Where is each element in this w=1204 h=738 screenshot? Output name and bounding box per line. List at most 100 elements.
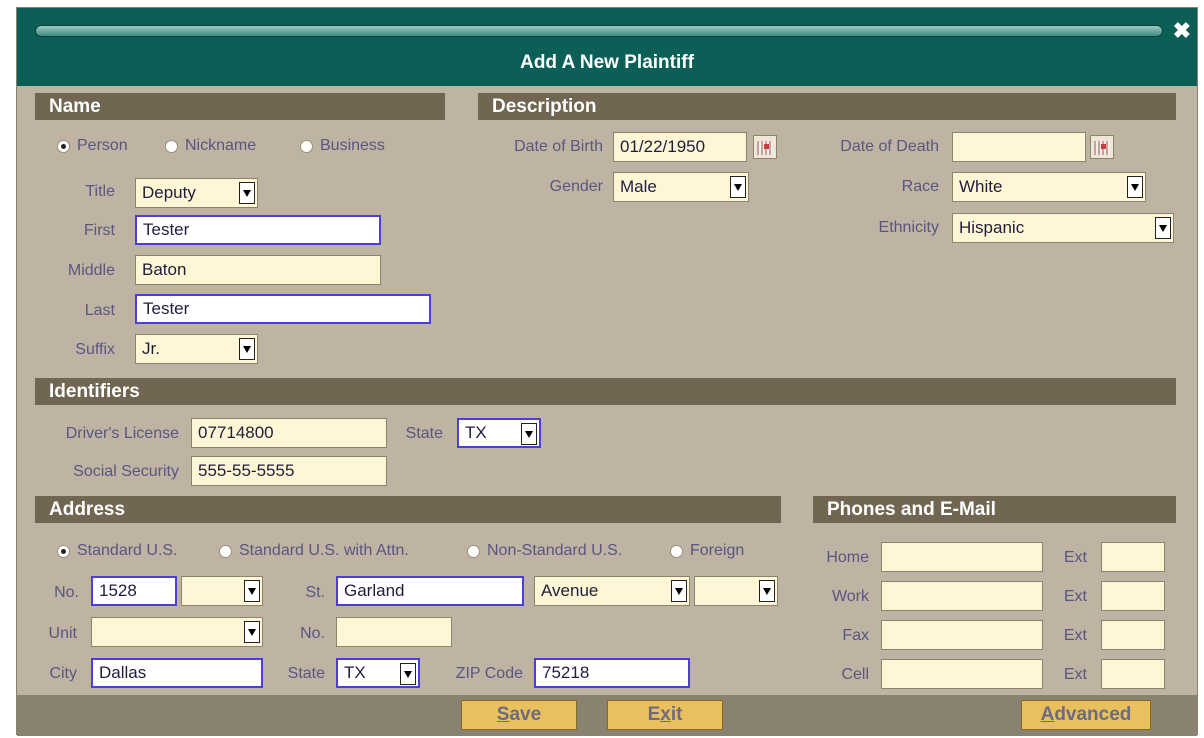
radio-standard-us-attn[interactable] (219, 545, 232, 558)
radio-non-standard-us[interactable] (467, 545, 480, 558)
dob-input[interactable]: 01/22/1950 (613, 132, 747, 162)
dropdown-arrow-icon[interactable] (244, 621, 260, 643)
ethnicity-value: Hispanic (959, 218, 1025, 237)
cell-phone-input[interactable] (881, 659, 1043, 689)
dob-label: Date of Birth (514, 138, 603, 155)
suffix-label: Suffix (75, 341, 115, 358)
work-ext-label: Ext (1063, 588, 1087, 605)
gender-select[interactable]: Male (613, 172, 749, 202)
suffix-select[interactable]: Jr. (135, 334, 258, 364)
radio-nickname[interactable] (165, 140, 178, 153)
suffix-value: Jr. (142, 339, 160, 358)
work-phone-label: Work (831, 588, 869, 605)
calendar-icon[interactable] (753, 135, 777, 159)
advanced-rest: dvanced (1054, 704, 1132, 725)
address-state-select[interactable]: TX (336, 658, 420, 688)
home-phone-label: Home (826, 549, 869, 566)
dropdown-arrow-icon[interactable] (759, 580, 775, 602)
name-section-header: Name (35, 93, 445, 120)
dropdown-arrow-icon[interactable] (671, 580, 687, 602)
dropdown-arrow-icon[interactable] (1155, 217, 1171, 239)
dropdown-arrow-icon[interactable] (1127, 176, 1143, 198)
dod-label: Date of Death (840, 138, 939, 155)
identifiers-section-header: Identifiers (35, 378, 1176, 405)
dropdown-arrow-icon[interactable] (239, 182, 255, 204)
advanced-accel: A (1040, 704, 1055, 725)
home-ext-input[interactable] (1101, 542, 1165, 572)
house-no-label: No. (54, 584, 79, 601)
dialog-title: Add A New Plaintiff (520, 52, 694, 73)
middle-name-input[interactable]: Baton (135, 255, 381, 285)
street-prefix-select[interactable] (181, 576, 263, 606)
radio-non-standard-us-label: Non-Standard U.S. (487, 542, 623, 559)
dropdown-arrow-icon[interactable] (521, 423, 537, 445)
social-security-label: Social Security (73, 463, 179, 480)
last-name-input[interactable]: Tester (135, 294, 431, 324)
description-section-header: Description (478, 93, 1176, 120)
street-suffix-select[interactable]: Avenue (534, 576, 690, 606)
zip-input[interactable]: 75218 (534, 658, 690, 688)
fax-ext-input[interactable] (1101, 620, 1165, 650)
dl-state-label: State (405, 425, 443, 442)
street-direction-select[interactable] (694, 576, 778, 606)
radio-standard-us[interactable] (57, 545, 70, 558)
street-suffix-value: Avenue (541, 581, 599, 600)
radio-business-label: Business (320, 137, 385, 154)
street-name-input[interactable]: Garland (336, 576, 524, 606)
title-select[interactable]: Deputy (135, 178, 258, 208)
radio-standard-us-attn-label: Standard U.S. with Attn. (239, 542, 409, 559)
dialog-titlebar[interactable]: Add A New Plaintiff ✖ (17, 8, 1197, 86)
exit-accel: x (660, 704, 671, 725)
dl-state-select[interactable]: TX (457, 418, 541, 448)
cell-ext-input[interactable] (1101, 659, 1165, 689)
radio-standard-us-label: Standard U.S. (77, 542, 178, 559)
radio-business[interactable] (300, 140, 313, 153)
cell-ext-label: Ext (1063, 666, 1087, 683)
radio-foreign-label: Foreign (690, 542, 745, 559)
fax-input[interactable] (881, 620, 1043, 650)
race-select[interactable]: White (952, 172, 1146, 202)
radio-person[interactable] (57, 140, 70, 153)
ethnicity-label: Ethnicity (878, 219, 939, 236)
zip-label: ZIP Code (455, 665, 523, 682)
work-ext-input[interactable] (1101, 581, 1165, 611)
dropdown-arrow-icon[interactable] (239, 338, 255, 360)
dod-input[interactable] (952, 132, 1086, 162)
close-icon[interactable]: ✖ (1173, 18, 1191, 44)
fax-label: Fax (842, 627, 869, 644)
home-phone-input[interactable] (881, 542, 1043, 572)
unit-select[interactable] (91, 617, 263, 647)
city-label: City (49, 665, 77, 682)
exit-pre: E (647, 704, 661, 725)
add-plaintiff-dialog: Add A New Plaintiff ✖ Name Person Nickna… (16, 7, 1198, 736)
fax-ext-label: Ext (1063, 627, 1087, 644)
house-no-input[interactable]: 1528 (91, 576, 177, 606)
address-section-header: Address (35, 496, 781, 523)
social-security-input[interactable]: 555-55-5555 (191, 456, 387, 486)
radio-nickname-label: Nickname (185, 137, 257, 154)
radio-foreign[interactable] (670, 545, 683, 558)
unit-no-input[interactable] (336, 617, 452, 647)
gender-label: Gender (549, 178, 603, 195)
middle-label: Middle (67, 262, 115, 279)
city-input[interactable]: Dallas (91, 658, 263, 688)
dropdown-arrow-icon[interactable] (400, 663, 416, 685)
advanced-button[interactable]: Advanced (1021, 700, 1151, 730)
unit-label: Unit (48, 625, 77, 642)
drivers-license-input[interactable]: 07714800 (191, 418, 387, 448)
save-button[interactable]: Save (461, 700, 577, 730)
dropdown-arrow-icon[interactable] (730, 176, 746, 198)
title-value: Deputy (142, 183, 196, 202)
dl-state-value: TX (465, 423, 487, 442)
exit-button[interactable]: Exit (607, 700, 723, 730)
last-label: Last (84, 302, 115, 319)
title-label: Title (85, 183, 115, 200)
race-label: Race (901, 178, 939, 195)
work-phone-input[interactable] (881, 581, 1043, 611)
save-rest: ave (509, 704, 542, 725)
ethnicity-select[interactable]: Hispanic (952, 213, 1174, 243)
dropdown-arrow-icon[interactable] (244, 580, 260, 602)
first-name-input[interactable]: Tester (135, 215, 381, 245)
drivers-license-label: Driver's License (65, 425, 179, 442)
calendar-icon[interactable] (1090, 135, 1114, 159)
